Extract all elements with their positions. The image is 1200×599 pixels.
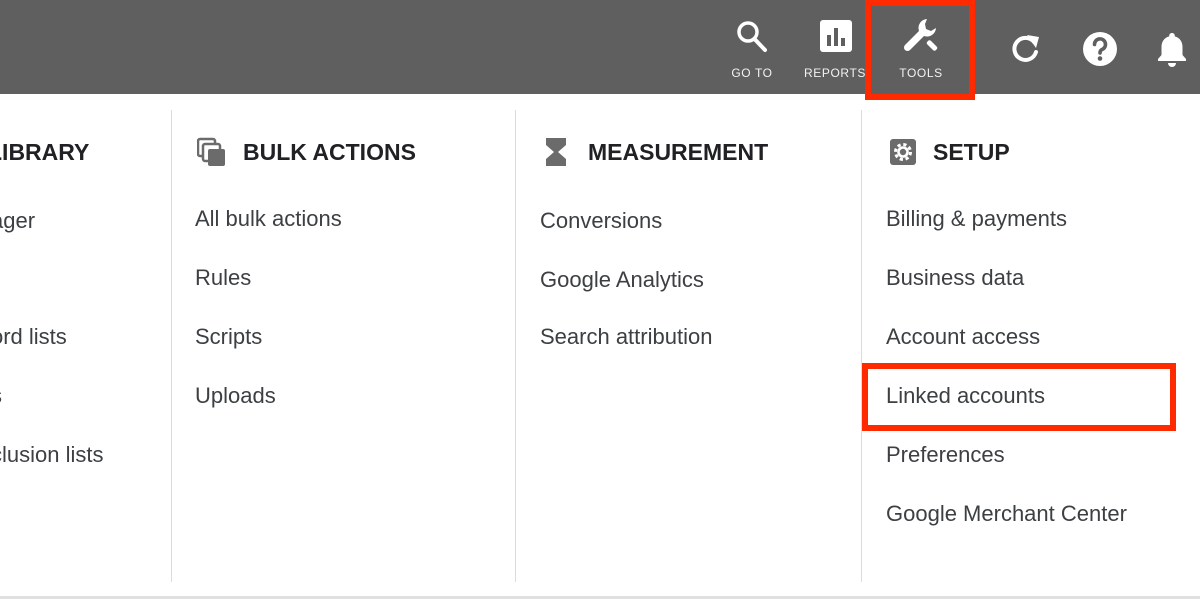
refresh-icon[interactable] <box>1008 32 1042 71</box>
bulk-actions-item[interactable]: Scripts <box>195 322 262 352</box>
library-item[interactable]: ord lists <box>0 322 67 352</box>
gear-icon <box>889 137 921 167</box>
tools-highlight-box <box>865 0 975 100</box>
go-to-label: GO TO <box>731 66 773 80</box>
hourglass-icon <box>544 137 576 167</box>
column-divider <box>861 110 862 582</box>
library-item[interactable]: ager <box>0 206 35 236</box>
setup-item-business-data[interactable]: Business data <box>886 263 1024 293</box>
linked-accounts-highlight-box <box>862 363 1176 431</box>
reports-label: REPORTS <box>804 66 866 80</box>
measurement-item[interactable]: Search attribution <box>540 322 712 352</box>
setup-item-billing[interactable]: Billing & payments <box>886 204 1067 234</box>
column-divider <box>171 110 172 582</box>
bell-icon[interactable] <box>1155 30 1189 73</box>
bulk-actions-item[interactable]: Rules <box>195 263 251 293</box>
library-item[interactable]: clusion lists <box>0 440 103 470</box>
help-icon[interactable] <box>1082 31 1118 72</box>
column-divider <box>515 110 516 582</box>
bulk-actions-title: BULK ACTIONS <box>243 139 416 165</box>
measurement-item[interactable]: Conversions <box>540 206 662 236</box>
setup-item-preferences[interactable]: Preferences <box>886 440 1005 470</box>
library-title: LIBRARY <box>0 139 90 165</box>
top-toolbar: GO TO REPORTS TOOLS <box>0 0 1200 94</box>
go-to-button[interactable]: GO TO <box>722 0 782 94</box>
setup-item-merchant-center[interactable]: Google Merchant Center <box>886 499 1127 529</box>
measurement-title: MEASUREMENT <box>588 139 769 165</box>
copy-icon <box>196 137 229 167</box>
setup-item-account-access[interactable]: Account access <box>886 322 1040 352</box>
reports-button[interactable]: REPORTS <box>803 0 867 94</box>
search-icon <box>736 20 768 59</box>
measurement-item[interactable]: Google Analytics <box>540 265 704 295</box>
bulk-actions-item[interactable]: All bulk actions <box>195 204 342 234</box>
bar-chart-icon <box>820 20 852 57</box>
bulk-actions-item[interactable]: Uploads <box>195 381 276 411</box>
library-item[interactable]: s <box>0 381 2 411</box>
setup-title: SETUP <box>933 139 1010 165</box>
